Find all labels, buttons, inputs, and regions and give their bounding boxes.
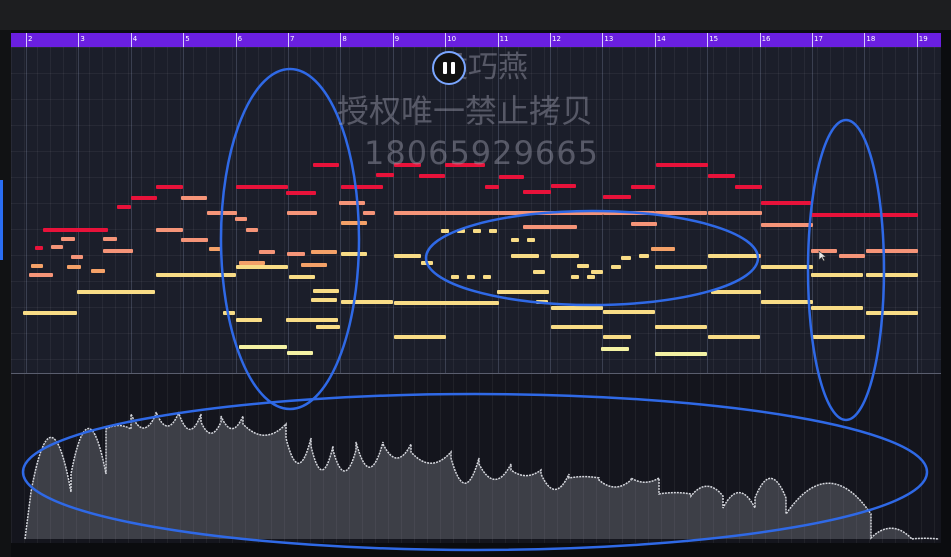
mouse-pointer-icon <box>818 250 827 262</box>
annotation-ellipse <box>806 118 886 422</box>
pause-icon <box>451 62 455 74</box>
annotation-ellipse <box>424 209 760 307</box>
pause-button[interactable] <box>432 51 466 85</box>
annotation-ellipse <box>219 67 361 411</box>
annotation-ellipse <box>21 392 929 552</box>
app-window: 2 3 4 5 6 7 8 9 10 11 12 13 14 15 16 17 18 19 侯巧燕 授权唯一禁止拷… <box>0 0 951 557</box>
pause-icon <box>443 62 447 74</box>
annotation-overlay <box>21 67 929 552</box>
